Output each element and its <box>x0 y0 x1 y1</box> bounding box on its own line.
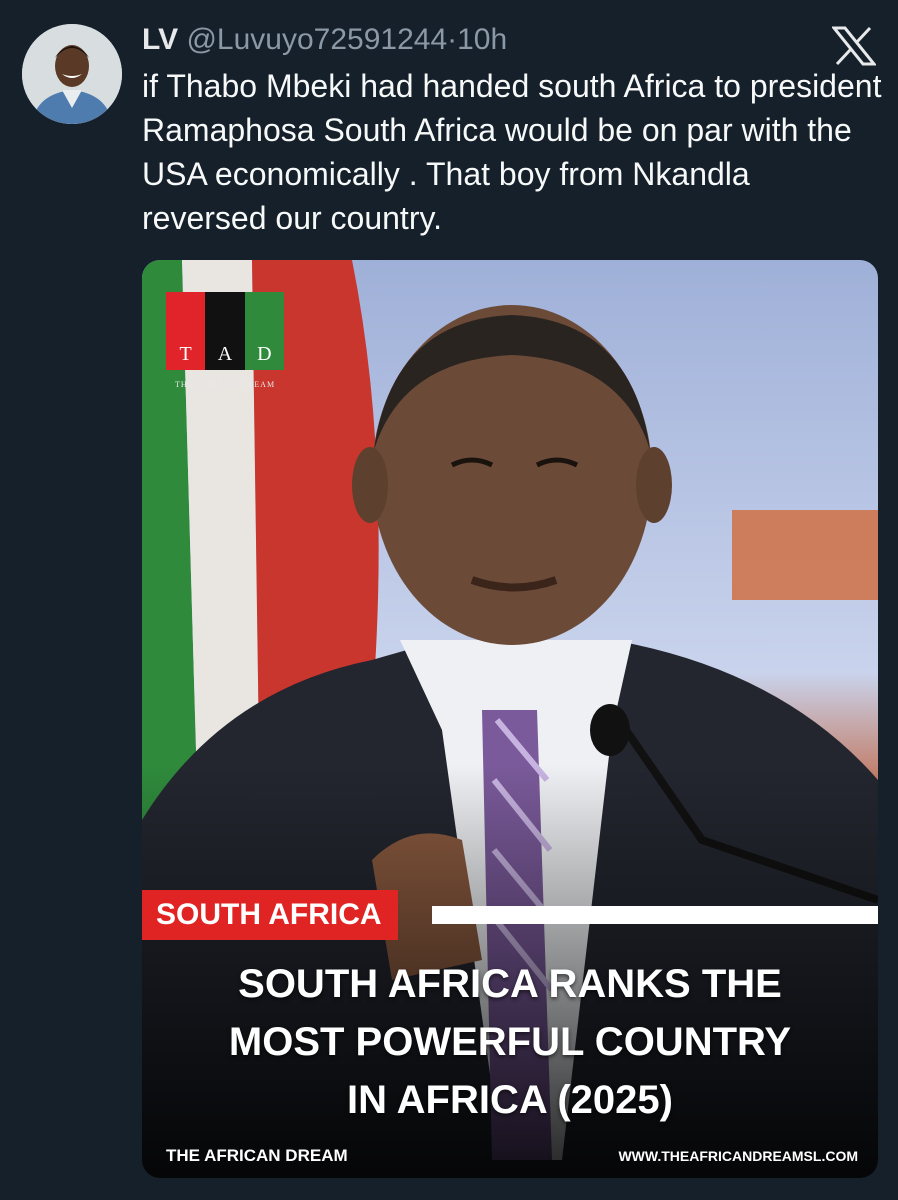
headline-line: MOST POWERFUL COUNTRY <box>228 1020 792 1064</box>
category-label: SOUTH AFRICA <box>142 890 398 940</box>
source-url: WWW.THEAFRICANDREAMSL.COM <box>618 1148 858 1164</box>
user-handle[interactable]: @Luvuyo72591244 <box>186 23 447 56</box>
headline-line: IN AFRICA (2025) <box>347 1078 673 1122</box>
logo-letter-t: T <box>166 292 206 370</box>
display-name[interactable]: LV <box>142 23 178 56</box>
avatar[interactable] <box>22 24 122 124</box>
headline: SOUTH AFRICA RANKS THE MOST POWERFUL COU… <box>142 955 878 1129</box>
category-divider <box>432 906 878 924</box>
separator: · <box>447 23 458 56</box>
headline-line: SOUTH AFRICA RANKS THE <box>238 962 782 1006</box>
tweet-media-image[interactable]: T A D THE AFRICAN DREAM SOUTH AFRICA SOU… <box>142 260 878 1178</box>
logo-letter-d: D <box>244 292 284 370</box>
x-logo-icon[interactable] <box>830 26 878 66</box>
logo-letter-a: A <box>205 292 245 370</box>
logo-tagline: THE AFRICAN DREAM <box>174 380 276 389</box>
source-name: THE AFRICAN DREAM <box>166 1146 348 1165</box>
tweet-text: if Thabo Mbeki had handed south Africa t… <box>142 68 882 236</box>
tad-logo: T A D THE AFRICAN DREAM <box>166 292 284 389</box>
timestamp[interactable]: 10h <box>457 23 507 56</box>
tweet-header: LV @Luvuyo72591244·10h <box>142 22 818 58</box>
